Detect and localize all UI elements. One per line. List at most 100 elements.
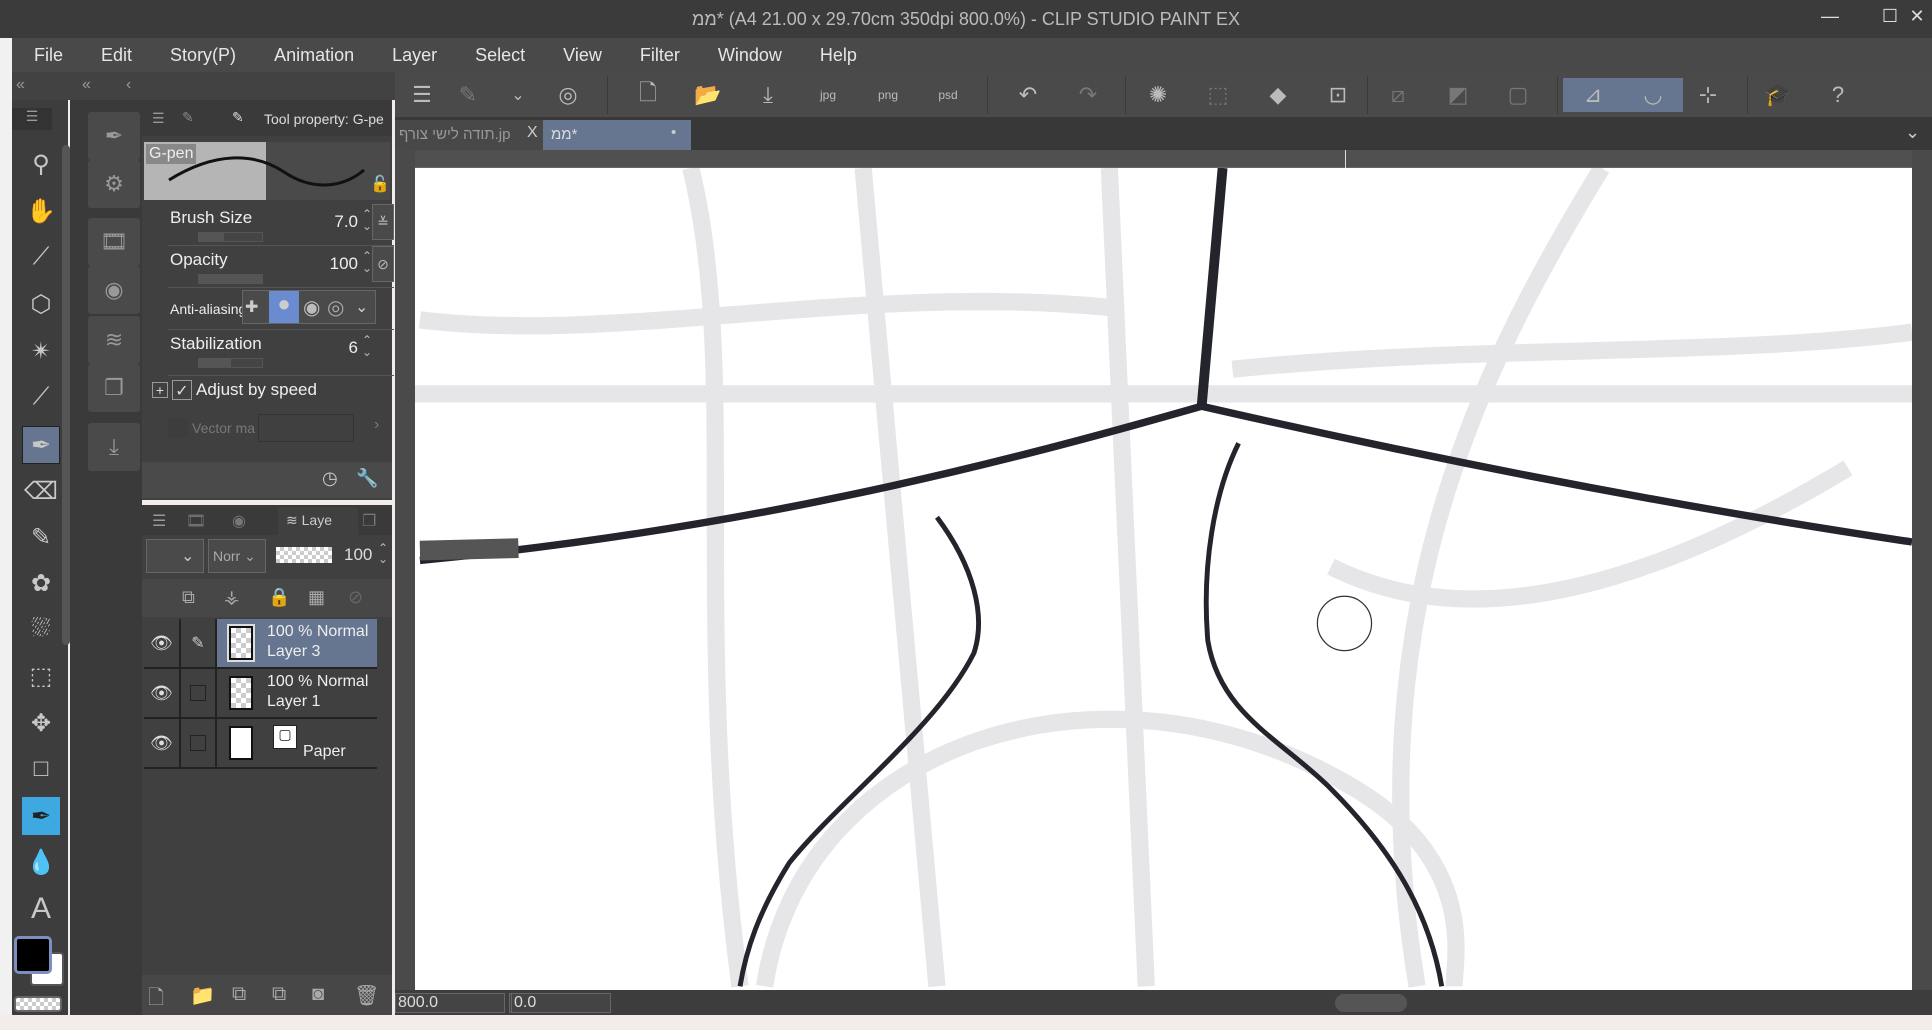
brush-size-value[interactable]: 7.0 bbox=[334, 212, 358, 232]
stabilization-value[interactable]: 6 bbox=[349, 338, 358, 358]
layer-property-icon[interactable]: ❐ bbox=[88, 364, 140, 412]
layer-opacity-value[interactable]: 100 bbox=[344, 545, 372, 565]
invert-selection-icon[interactable]: ◩ bbox=[1435, 78, 1481, 112]
menu-filter[interactable]: Filter bbox=[618, 45, 696, 66]
animation-icon[interactable]: 🎞 bbox=[88, 218, 140, 266]
clip-to-layer-icon[interactable]: ⧉ bbox=[182, 587, 195, 608]
figure-tool-icon[interactable]: □ bbox=[22, 750, 60, 788]
vector-magnet-checkbox[interactable] bbox=[168, 418, 188, 438]
reset-icon[interactable]: ◷ bbox=[322, 468, 338, 489]
menu-icon[interactable]: ☰ bbox=[399, 78, 445, 112]
eyedropper-tool-icon[interactable]: ⟋ bbox=[22, 378, 60, 416]
lock-icon[interactable]: 🔒 bbox=[268, 587, 290, 608]
opacity-pressure-button[interactable]: ⊘ bbox=[372, 246, 394, 282]
layer-property-tab-icon[interactable]: ❐ bbox=[362, 511, 376, 531]
navigator-icon[interactable]: ◉ bbox=[88, 266, 140, 314]
snap-to-grid-icon[interactable]: ⊹ bbox=[1685, 78, 1731, 112]
close-tab-icon[interactable]: X bbox=[523, 124, 542, 142]
material-icon[interactable]: ⤓ bbox=[88, 423, 140, 471]
loading-icon[interactable]: ✺ bbox=[1135, 78, 1181, 112]
layer-row[interactable]: 👁 ✎ 100 % Normal Layer 3 bbox=[144, 619, 377, 669]
layer-opacity-slider[interactable] bbox=[276, 547, 332, 563]
menu-window[interactable]: Window bbox=[696, 45, 798, 66]
rotate-tool-icon[interactable]: ⟋ bbox=[22, 238, 60, 276]
lock-transparency-icon[interactable]: ▦ bbox=[308, 587, 325, 608]
auto-select-tool-icon[interactable]: ✴ bbox=[22, 332, 60, 370]
sub-tool-tab-icon[interactable]: ✎ bbox=[182, 109, 194, 126]
tool-strip-scrollbar[interactable] bbox=[62, 145, 70, 645]
tab-layer[interactable]: ≋ Laye bbox=[278, 507, 358, 535]
export-png-icon[interactable]: png bbox=[865, 78, 911, 112]
tab-document-1[interactable]: תודה לישי צורף.jp bbox=[395, 120, 543, 150]
text-tool-icon[interactable]: A bbox=[22, 890, 60, 928]
selection-icon[interactable]: ⬚ bbox=[1195, 78, 1241, 112]
layers-icon[interactable]: ≋ bbox=[88, 316, 140, 364]
menu-view[interactable]: View bbox=[541, 45, 618, 66]
canvas[interactable] bbox=[415, 168, 1912, 990]
opacity-spinner[interactable]: ⌃ ⌄ bbox=[362, 250, 372, 274]
menu-animation[interactable]: Animation bbox=[252, 45, 370, 66]
learn-icon[interactable]: 🎓 bbox=[1755, 78, 1801, 112]
layer-opacity-spinner[interactable]: ⌃ ⌄ bbox=[378, 542, 388, 565]
collapse-left-icon[interactable]: « bbox=[16, 76, 25, 94]
layer-checkbox[interactable] bbox=[181, 719, 217, 767]
hand-tool-icon[interactable]: ✋ bbox=[22, 192, 60, 230]
stabilization-spinner[interactable]: ⌃ ⌄ bbox=[362, 334, 372, 358]
aa-weak-icon[interactable]: ● bbox=[269, 291, 299, 323]
new-layer-icon[interactable]: 🗋 bbox=[148, 983, 164, 1017]
edit-pen-icon[interactable]: ✎ bbox=[181, 619, 217, 667]
pen-tool-icon[interactable]: ✒ bbox=[22, 426, 60, 464]
aa-strong-icon[interactable]: ◎ bbox=[327, 295, 344, 320]
close-button[interactable]: ✕ bbox=[1902, 6, 1932, 27]
menu-edit[interactable]: Edit bbox=[79, 45, 148, 66]
blend-tool-icon[interactable]: 💧 bbox=[22, 843, 60, 881]
zoom-level-field[interactable]: 800.0 bbox=[395, 993, 505, 1013]
selection-border-icon[interactable]: ▢ bbox=[1495, 78, 1541, 112]
panel-menu-icon[interactable]: ☰ bbox=[152, 110, 165, 127]
menu-file[interactable]: File bbox=[12, 45, 79, 66]
eye-icon[interactable]: 👁 bbox=[144, 719, 181, 767]
opacity-value[interactable]: 100 bbox=[330, 254, 358, 274]
unlock-icon[interactable]: 🔓 bbox=[370, 174, 390, 194]
mask-toggle-icon[interactable]: ⊘ bbox=[348, 587, 363, 608]
adjust-by-speed-checkbox[interactable]: ✓ bbox=[172, 380, 192, 400]
brush-size-slider[interactable] bbox=[198, 232, 263, 242]
aa-dropdown-icon[interactable]: ⌄ bbox=[355, 297, 368, 317]
eye-icon[interactable]: 👁 bbox=[144, 669, 181, 717]
export-psd-icon[interactable]: psd bbox=[925, 78, 971, 112]
brush-tool-icon[interactable]: ✎ bbox=[22, 518, 60, 556]
layer-row[interactable]: 👁 100 % Normal Layer 1 bbox=[144, 669, 377, 719]
tabs-dropdown-icon[interactable]: ⌄ bbox=[1905, 122, 1920, 143]
deselect-icon[interactable]: ⧄ bbox=[1375, 78, 1421, 112]
snap-to-ruler-icon[interactable]: ⊿ bbox=[1563, 78, 1623, 112]
wrench-icon[interactable]: 🔧 bbox=[356, 468, 378, 489]
clip-studio-icon[interactable]: ◎ bbox=[545, 78, 591, 112]
move-tool-icon[interactable]: ✥ bbox=[22, 704, 60, 742]
selection-tool-icon[interactable]: ⬚ bbox=[22, 657, 60, 695]
maximize-button[interactable]: ☐ bbox=[1875, 6, 1905, 27]
decoration-tool-icon[interactable]: ✿ bbox=[22, 564, 60, 602]
layer-color-dropdown[interactable]: ⌄ bbox=[146, 539, 204, 573]
zoom-tool-icon[interactable]: ⚲ bbox=[22, 145, 60, 183]
panel-menu-icon[interactable]: ☰ bbox=[152, 511, 166, 531]
eye-icon[interactable]: 👁 bbox=[144, 619, 181, 667]
open-file-icon[interactable]: 📂 bbox=[685, 78, 731, 112]
trash-icon[interactable]: 🗑 bbox=[354, 983, 379, 1008]
aa-none-icon[interactable]: ✚ bbox=[245, 297, 258, 317]
export-jpg-icon[interactable]: jpg bbox=[805, 78, 851, 112]
brush-size-spinner[interactable]: ⌃ ⌄ bbox=[362, 208, 372, 232]
save-icon[interactable]: ⤓ bbox=[745, 78, 791, 112]
opacity-slider[interactable] bbox=[198, 274, 263, 284]
tool-menu-icon[interactable]: ☰ bbox=[12, 108, 52, 130]
layer-checkbox[interactable] bbox=[181, 669, 217, 717]
object-tool-icon[interactable]: ⬡ bbox=[22, 285, 60, 323]
vertical-scrollbar[interactable] bbox=[1912, 168, 1932, 990]
tool-property-tab-icon[interactable]: ✎ bbox=[232, 109, 244, 126]
vector-pen-tool-icon[interactable]: ✒ bbox=[22, 797, 60, 835]
pressure-settings-button[interactable]: ≚ bbox=[372, 204, 394, 240]
chevron-right-icon[interactable]: › bbox=[374, 416, 379, 434]
new-folder-icon[interactable]: 📁 bbox=[190, 983, 215, 1008]
transparent-color-swatch[interactable] bbox=[14, 996, 62, 1012]
tool-property-icon[interactable]: ⚙ bbox=[88, 160, 140, 208]
expand-icon[interactable]: + bbox=[152, 382, 168, 398]
